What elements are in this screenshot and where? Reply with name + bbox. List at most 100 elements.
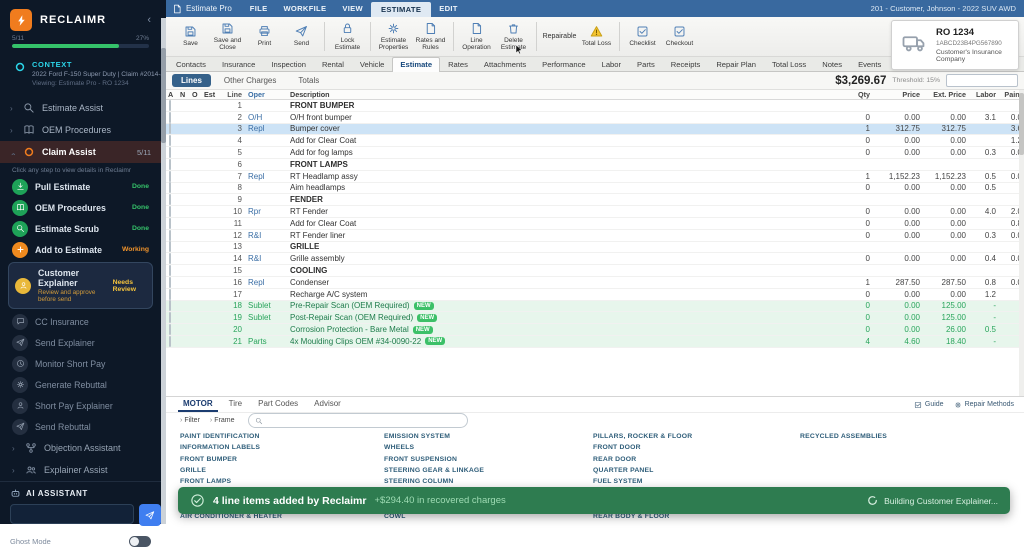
tab-labor[interactable]: Labor [594,57,629,71]
row-checkbox[interactable] [169,253,171,265]
toolbar-save[interactable]: Save [172,17,209,56]
sidebar-section-explainer-assist[interactable]: › Explainer Assist [0,459,161,481]
database-tab-motor[interactable]: MOTOR [178,397,218,412]
ghost-mode-toggle[interactable] [129,536,151,547]
threshold-input[interactable] [946,74,1018,87]
category-link-front-bumper[interactable]: FRONT BUMPER [180,456,384,467]
row-checkbox[interactable] [169,182,171,194]
table-scrollbar[interactable] [1019,90,1024,396]
step-short-pay-explainer[interactable]: Short Pay Explainer [8,395,153,416]
tab-parts[interactable]: Parts [629,57,663,71]
category-link-rear-body-floor[interactable]: REAR BODY & FLOOR [593,513,800,524]
step-estimate-scrub[interactable]: Estimate Scrub Done [8,218,153,239]
row-checkbox[interactable] [169,241,171,253]
row-checkbox[interactable] [169,147,171,159]
toolbar-send[interactable]: Send [283,17,320,56]
toolbar-save-and-close[interactable]: Save and Close [209,17,246,56]
category-link-air-conditioner-heater[interactable]: AIR CONDITIONER & HEATER [180,513,384,524]
category-link-rear-door[interactable]: REAR DOOR [593,456,800,467]
table-row[interactable]: 15 COOLING [166,265,1024,277]
tab-total-loss[interactable]: Total Loss [764,57,814,71]
step-generate-rebuttal[interactable]: Generate Rebuttal [8,374,153,395]
filter-filter[interactable]: › Filter [180,417,200,424]
step-send-explainer[interactable]: Send Explainer [8,332,153,353]
toolbar-line-operation[interactable]: Line Operation [458,17,495,56]
row-checkbox[interactable] [169,288,171,300]
toolbar-total-loss[interactable]: Total Loss [578,17,615,56]
category-link-cowl[interactable]: COWL [384,513,593,524]
table-row[interactable]: 12 R&I RT Fender liner 0 0.00 0.00 0.3 0.0 [166,229,1024,242]
category-link-steering-gear-linkage[interactable]: STEERING GEAR & LINKAGE [384,467,593,478]
row-checkbox[interactable] [169,217,171,229]
table-row[interactable]: 18 Sublet Pre-Repair Scan (OEM Required) NE… [166,300,1024,313]
step-oem-procedures[interactable]: OEM Procedures Done [8,197,153,218]
database-tab-advisor[interactable]: Advisor [309,397,346,412]
row-checkbox[interactable] [169,194,171,206]
tab-estimate[interactable]: Estimate [392,57,441,72]
table-row[interactable]: 3 Repl Bumper cover 1 312.75 312.75 3.6 [166,123,1024,136]
sidebar-section-oem-procedures[interactable]: › OEM Procedures [0,119,161,141]
category-link-paint-identification[interactable]: PAINT IDENTIFICATION [180,433,384,444]
category-link-quarter-panel[interactable]: QUARTER PANEL [593,467,800,478]
tab-insurance[interactable]: Insurance [214,57,263,71]
tab-attachments[interactable]: Attachments [476,57,534,71]
subtab-totals[interactable]: Totals [289,74,328,87]
tab-vehicle[interactable]: Vehicle [352,57,393,71]
menu-app-name[interactable]: Estimate Pro [186,4,232,13]
tab-rental[interactable]: Rental [314,57,352,71]
link-guide[interactable]: Guide [914,401,944,409]
table-row[interactable]: 2 O/H O/H front bumper 0 0.00 0.00 3.1 0.0 [166,111,1024,124]
table-row[interactable]: 14 R&I Grille assembly 0 0.00 0.00 0.4 0.0 [166,253,1024,266]
ai-assistant-input[interactable] [10,504,134,524]
table-row[interactable]: 16 Repl Condenser 1 287.50 287.50 0.8 0.0 [166,276,1024,289]
row-checkbox[interactable] [169,276,171,288]
toolbar-checklist[interactable]: Checklist [624,17,661,56]
row-checkbox[interactable] [169,123,171,135]
row-checkbox[interactable] [169,324,171,336]
table-row[interactable]: 11 Add for Clear Coat 0 0.00 0.00 0.8 [166,217,1024,230]
table-row[interactable]: 7 Repl RT Headlamp assy 1 1,152.23 1,152.23 0.… [166,170,1024,183]
row-checkbox[interactable] [169,170,171,182]
subtab-lines[interactable]: Lines [172,74,211,87]
table-row[interactable]: 21 Parts 4x Moulding Clips OEM #34-0090-22… [166,335,1024,348]
step-cc-insurance[interactable]: CC Insurance [8,311,153,332]
tab-repair-plan[interactable]: Repair Plan [708,57,764,71]
toolbar-print[interactable]: Print [246,17,283,56]
tab-inspection[interactable]: Inspection [263,57,314,71]
sidebar-collapse-icon[interactable]: ‹ [147,14,151,26]
table-row[interactable]: 10 Rpr RT Fender 0 0.00 0.00 4.0 2.0 [166,206,1024,218]
tab-rates[interactable]: Rates [440,57,476,71]
parts-search-box[interactable] [248,413,469,429]
table-row[interactable]: 9 FENDER [166,194,1024,207]
step-pull-estimate[interactable]: Pull Estimate Done [8,176,153,197]
table-row[interactable]: 20 Corrosion Protection - Bare Metal NEW 0 0… [166,324,1024,336]
link-repair-methods[interactable]: Repair Methods [954,401,1014,409]
table-row[interactable]: 5 Add for fog lamps 0 0.00 0.00 0.3 0.0 [166,147,1024,159]
table-row[interactable]: 4 Add for Clear Coat 0 0.00 0.00 1.2 [166,135,1024,148]
category-link-recycled-assemblies[interactable]: RECYCLED ASSEMBLIES [800,433,1024,444]
filter-frame[interactable]: › Frame [210,417,235,424]
toolbar-delete-estimate[interactable]: Delete Estimate [495,17,532,56]
category-link-information-labels[interactable]: INFORMATION LABELS [180,444,384,455]
parts-search-input[interactable] [267,415,462,427]
menu-item-file[interactable]: FILE [242,2,276,16]
row-checkbox[interactable] [169,99,171,111]
menu-item-view[interactable]: VIEW [334,2,371,16]
sidebar-section-estimate-assist[interactable]: › Estimate Assist [0,97,161,119]
row-checkbox[interactable] [169,335,171,347]
tab-contacts[interactable]: Contacts [168,57,214,71]
tab-performance[interactable]: Performance [534,57,593,71]
table-row[interactable]: 13 GRILLE [166,241,1024,254]
tab-notes[interactable]: Notes [814,57,850,71]
row-checkbox[interactable] [169,229,171,241]
category-link-front-suspension[interactable]: FRONT SUSPENSION [384,456,593,467]
ai-send-button[interactable] [139,504,161,526]
table-row[interactable]: 6 FRONT LAMPS [166,158,1024,171]
row-checkbox[interactable] [169,312,171,324]
step-customer-explainer[interactable]: Customer Explainer Review and approve bef… [8,262,153,309]
step-monitor-short-pay[interactable]: Monitor Short Pay [8,353,153,374]
toolbar-checkout[interactable]: Checkout [661,17,698,56]
category-link-front-door[interactable]: FRONT DOOR [593,444,800,455]
menu-item-estimate[interactable]: ESTIMATE [370,1,432,17]
category-link-grille[interactable]: GRILLE [180,467,384,478]
